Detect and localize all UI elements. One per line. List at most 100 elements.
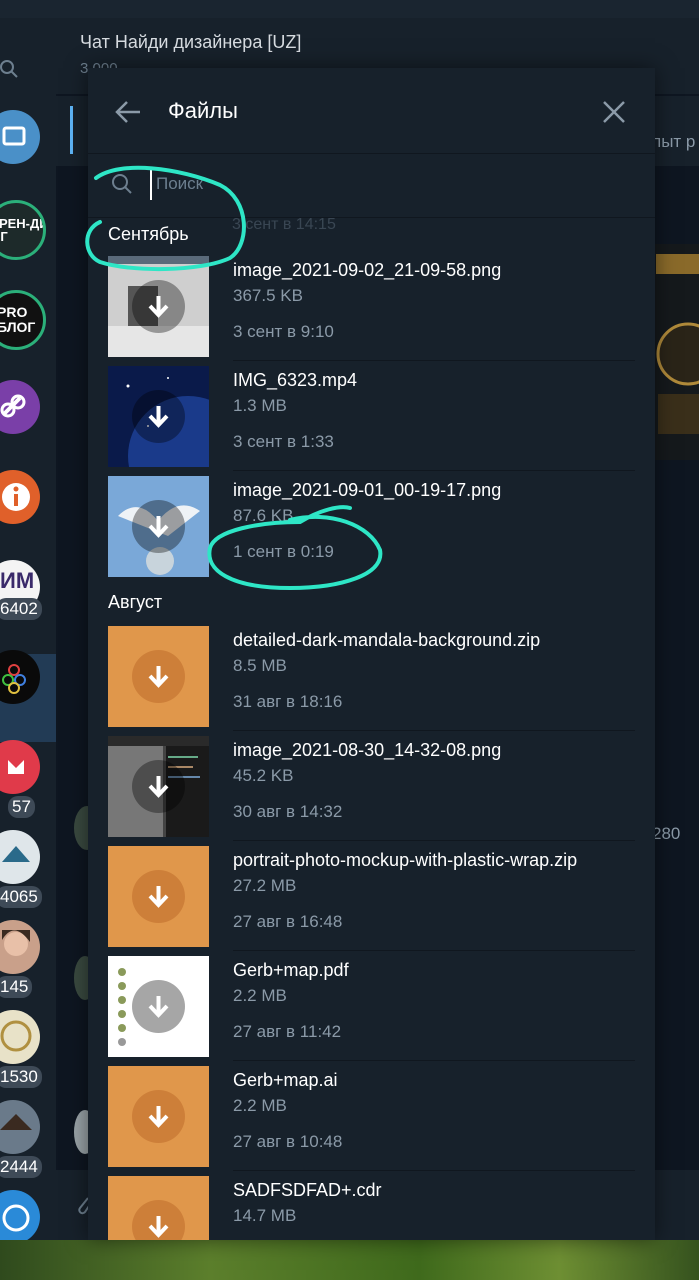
folder-sidebar: ТРЕН-ДИНГ PRO БЛОГ ИМ 6402 57 4065 145 1… <box>0 18 56 1266</box>
panel-title: Файлы <box>168 98 238 123</box>
file-date: 27 авг в 16:48 <box>233 912 343 931</box>
avatar[interactable]: PRO БЛОГ <box>0 290 46 350</box>
file-size: 2.2 MB <box>233 1096 287 1115</box>
file-list-item[interactable]: image_2021-08-30_14-32-08.png 45.2 KB 30 а… <box>88 736 655 846</box>
row-divider <box>233 950 635 951</box>
avatar[interactable] <box>0 380 40 434</box>
row-divider <box>233 840 635 841</box>
file-date: 3 сент в 9:10 <box>233 322 334 341</box>
file-date: 31 авг в 18:16 <box>233 692 343 711</box>
file-size: 87.6 KB <box>233 506 294 525</box>
search-input[interactable] <box>150 168 558 200</box>
unread-badge: 4065 <box>0 886 42 908</box>
row-divider <box>233 470 635 471</box>
files-panel: Файлы 3 сент в 14:15 Сентябрь image_2021… <box>88 68 655 1240</box>
file-list-item[interactable]: IMG_6323.mp4 1.3 MB 3 сент в 1:33 <box>88 366 655 476</box>
file-name: detailed-dark-mandala-background.zip <box>233 630 541 650</box>
file-name: IMG_6323.mp4 <box>233 370 358 390</box>
download-icon[interactable] <box>132 500 185 553</box>
file-thumbnail[interactable] <box>108 626 209 727</box>
file-date: 27 авг в 11:42 <box>233 1022 342 1041</box>
top-strip <box>0 0 699 18</box>
search-icon[interactable] <box>0 60 20 80</box>
row-divider <box>233 1060 635 1061</box>
avatar[interactable] <box>0 1190 40 1244</box>
file-size: 14.7 MB <box>233 1206 297 1225</box>
download-icon[interactable] <box>132 390 185 443</box>
pinned-indicator <box>70 106 73 154</box>
download-icon[interactable] <box>132 1090 185 1143</box>
file-list-item[interactable]: Gerb+map.ai 2.2 MB 27 авг в 10:48 <box>88 1066 655 1176</box>
file-name: portrait-photo-mockup-with-plastic-wrap.… <box>233 850 578 870</box>
avatar[interactable] <box>0 830 40 884</box>
file-date: 3 сент в 1:33 <box>233 432 334 451</box>
file-thumbnail[interactable] <box>108 256 209 357</box>
file-thumbnail[interactable] <box>108 956 209 1057</box>
chat-view-count: 280 <box>652 824 681 843</box>
file-thumbnail[interactable] <box>108 366 209 467</box>
file-thumbnail[interactable] <box>108 1176 209 1240</box>
file-size: 1.3 MB <box>233 396 287 415</box>
file-name: image_2021-09-02_21-09-58.png <box>233 260 502 280</box>
download-icon[interactable] <box>132 980 185 1033</box>
file-date: 30 авг в 14:32 <box>233 802 343 821</box>
back-arrow-icon[interactable] <box>114 98 144 126</box>
row-divider <box>233 730 635 731</box>
file-size: 2.2 MB <box>233 986 287 1005</box>
avatar[interactable] <box>0 1100 40 1154</box>
file-name: Gerb+map.pdf <box>233 960 349 980</box>
unread-badge: 2444 <box>0 1156 42 1178</box>
file-size: 367.5 KB <box>233 286 303 305</box>
search-divider <box>88 217 655 218</box>
avatar[interactable] <box>0 110 40 164</box>
download-icon[interactable] <box>132 280 185 333</box>
file-size: 27.2 MB <box>233 876 297 895</box>
section-header-august: Август <box>108 590 163 615</box>
file-date: 1 сент в 0:19 <box>233 542 334 561</box>
unread-badge: 145 <box>0 976 33 998</box>
close-icon[interactable] <box>600 98 628 126</box>
files-panel-header: Файлы <box>88 68 655 154</box>
avatar[interactable] <box>0 1010 40 1064</box>
unread-badge: 1530 <box>0 1066 42 1088</box>
scrolled-date-ghost: 3 сент в 14:15 <box>232 216 336 233</box>
file-size: 8.5 MB <box>233 656 287 675</box>
file-size: 45.2 KB <box>233 766 294 785</box>
file-list-item[interactable]: image_2021-09-01_00-19-17.png 87.6 KB 1 се… <box>88 476 655 586</box>
chat-title: Чат Найди дизайнера [UZ] <box>80 32 302 52</box>
file-date: 27 авг в 10:48 <box>233 1132 343 1151</box>
row-divider <box>233 1170 635 1171</box>
file-list-item[interactable]: Gerb+map.pdf 2.2 MB 27 авг в 11:42 <box>88 956 655 1066</box>
header-divider <box>88 153 655 154</box>
download-icon[interactable] <box>132 760 185 813</box>
file-thumbnail[interactable] <box>108 1066 209 1167</box>
file-name: SADFSDFAD+.cdr <box>233 1180 382 1200</box>
desktop-wallpaper <box>0 1240 699 1280</box>
avatar[interactable]: ТРЕН-ДИНГ <box>0 200 46 260</box>
unread-badge: 6402 <box>0 598 42 620</box>
file-name: image_2021-09-01_00-19-17.png <box>233 480 502 500</box>
search-icon <box>112 174 132 194</box>
avatar[interactable] <box>0 920 40 974</box>
avatar[interactable] <box>0 470 40 524</box>
download-icon[interactable] <box>132 1200 185 1240</box>
avatar-label: PRO БЛОГ <box>0 304 36 335</box>
search-bar[interactable] <box>106 166 636 202</box>
avatar[interactable] <box>0 740 40 794</box>
file-thumbnail[interactable] <box>108 846 209 947</box>
file-list-item[interactable]: image_2021-09-02_21-09-58.png 367.5 KB 3 с… <box>88 256 655 366</box>
avatar-label: ИМ <box>0 568 35 593</box>
chat-message-snippet: пыт р <box>652 132 696 151</box>
file-thumbnail[interactable] <box>108 736 209 837</box>
avatar-label: ТРЕН-ДИНГ <box>0 216 43 244</box>
file-name: image_2021-08-30_14-32-08.png <box>233 740 502 760</box>
file-list-item[interactable]: SADFSDFAD+.cdr 14.7 MB <box>88 1176 655 1240</box>
file-list-item[interactable]: detailed-dark-mandala-background.zip 8.5 … <box>88 626 655 736</box>
file-name: Gerb+map.ai <box>233 1070 338 1090</box>
file-list-item[interactable]: portrait-photo-mockup-with-plastic-wrap.… <box>88 846 655 956</box>
chat-media-preview[interactable] <box>654 244 699 460</box>
file-thumbnail[interactable] <box>108 476 209 577</box>
unread-badge: 57 <box>8 796 35 818</box>
download-icon[interactable] <box>132 650 185 703</box>
download-icon[interactable] <box>132 870 185 923</box>
